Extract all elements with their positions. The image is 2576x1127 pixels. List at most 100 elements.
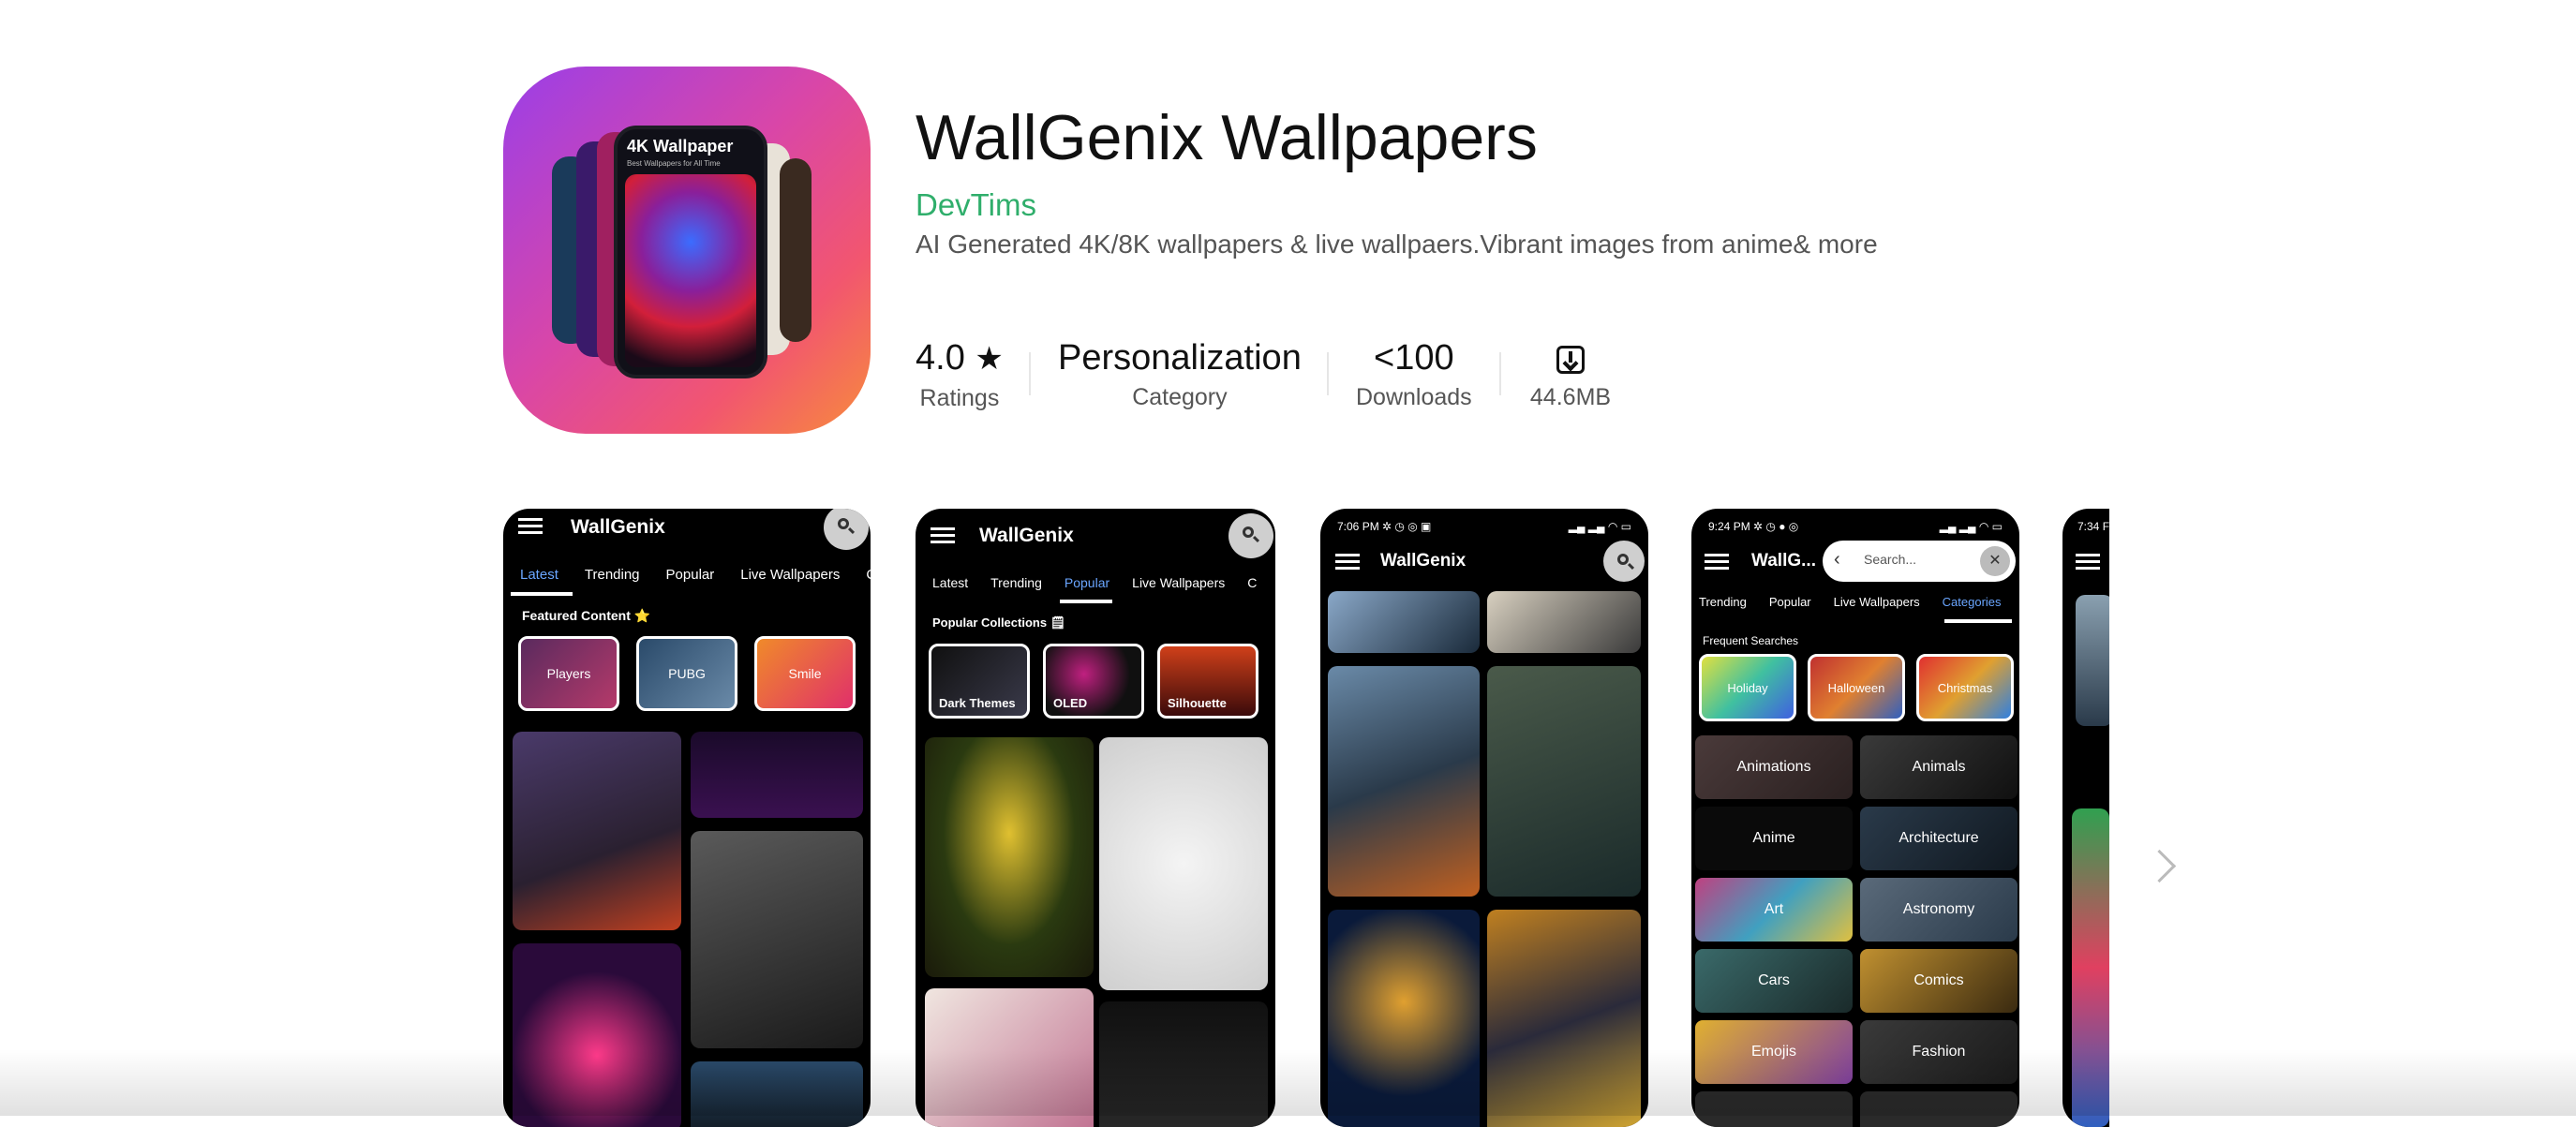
stat-divider	[1029, 352, 1031, 395]
status-bar-time: 7:06 PM ✲ ◷ ◎ ▣	[1337, 520, 1432, 533]
status-bar-icons: ▂▄ ▂▄ ◠ ▭	[1939, 520, 2003, 533]
app-icon: 4K Wallpaper Best Wallpapers for All Tim…	[503, 67, 871, 434]
wallpaper-tile	[1487, 666, 1641, 897]
category-art: Art	[1695, 878, 1853, 942]
download-icon	[1556, 345, 1585, 374]
section-title: Frequent Searches	[1703, 634, 1799, 647]
category-tile	[1695, 1091, 1853, 1127]
category-tile	[1860, 1091, 2018, 1127]
wallpaper-tile	[925, 988, 1094, 1127]
icon-card-back	[780, 158, 812, 342]
wallpaper-tile	[2072, 808, 2109, 1127]
tab-latest: Latest	[520, 567, 558, 583]
status-bar-time: 9:24 PM ✲ ◷ ● ◎	[1708, 520, 1799, 533]
bottom-shadow	[0, 1049, 2576, 1116]
wallpaper-tile	[1099, 737, 1268, 990]
app-name: WallG...	[1751, 551, 1816, 571]
wallpaper-tile	[1328, 666, 1480, 897]
chip-dark-themes: Dark Themes	[929, 644, 1030, 719]
section-title: Popular Collections 🗒	[932, 615, 1066, 630]
wallpaper-tile	[691, 732, 863, 818]
wallpaper-tile	[1487, 591, 1641, 653]
stat-divider	[1327, 352, 1329, 395]
search-field[interactable]: ‹ Search... ✕	[1823, 541, 2016, 582]
stat-rating: 4.0 ★ Ratings	[916, 337, 1004, 412]
wallpaper-tile	[1487, 910, 1641, 1127]
tab-underline	[1944, 619, 2012, 623]
menu-icon	[931, 527, 955, 544]
tab-bar: Latest Trending Popular Live Wallpapers …	[520, 567, 871, 583]
chip-christmas: Christmas	[1916, 654, 2014, 721]
tab-underline	[511, 592, 573, 596]
screenshot-4[interactable]: 9:24 PM ✲ ◷ ● ◎ ▂▄ ▂▄ ◠ ▭ WallG... ‹ Sea…	[1691, 509, 2019, 1127]
chip-smile: Smile	[754, 636, 856, 711]
category-anime: Anime	[1695, 807, 1853, 870]
menu-icon	[1705, 554, 1729, 571]
category-cars: Cars	[1695, 949, 1853, 1013]
tab-live-wallpapers: Live Wallpapers	[1132, 575, 1226, 590]
wallpaper-tile	[925, 737, 1094, 977]
icon-subtitle: Best Wallpapers for All Time	[627, 159, 721, 168]
screenshot-2[interactable]: WallGenix Latest Trending Popular Live W…	[916, 509, 1275, 1127]
search-icon	[1603, 541, 1645, 582]
category-fashion: Fashion	[1860, 1020, 2018, 1084]
app-name: WallGenix	[571, 516, 665, 538]
next-screenshot-icon[interactable]	[2142, 849, 2177, 883]
wallpaper-tile	[1328, 910, 1480, 1127]
icon-artwork	[625, 174, 756, 367]
category-emojis: Emojis	[1695, 1020, 1853, 1084]
screenshot-3[interactable]: 7:06 PM ✲ ◷ ◎ ▣ ▂▄ ▂▄ ◠ ▭ WallGenix	[1320, 509, 1648, 1127]
tab-latest: Latest	[932, 575, 969, 590]
icon-phone-card: 4K Wallpaper Best Wallpapers for All Tim…	[614, 126, 767, 378]
search-placeholder: Search...	[1864, 552, 1917, 567]
wallpaper-tile	[2076, 595, 2109, 726]
screenshot-5[interactable]: 7:34 F	[2062, 509, 2109, 1127]
app-name: WallGenix	[1380, 551, 1467, 571]
chip-holiday: Holiday	[1699, 654, 1796, 721]
tab-live-wallpapers: Live Wallpapers	[1833, 595, 1920, 609]
category-value: Personalization	[1058, 338, 1302, 378]
category-label: Category	[1132, 384, 1228, 410]
size-value: 44.6MB	[1529, 384, 1612, 410]
developer-link[interactable]: DevTims	[916, 187, 1036, 223]
tab-bar: Trending Popular Live Wallpapers Categor…	[1699, 595, 2019, 609]
category-animations: Animations	[1695, 735, 1853, 799]
icon-title: 4K Wallpaper	[627, 137, 734, 156]
tab-underline	[1060, 600, 1112, 603]
category-animals: Animals	[1860, 735, 2018, 799]
tab-categories: C	[866, 567, 871, 583]
category-architecture: Architecture	[1860, 807, 2018, 870]
search-icon	[824, 509, 869, 550]
stat-downloads: <100 Downloads	[1356, 337, 1472, 411]
app-name: WallGenix	[979, 525, 1074, 546]
wallpaper-tile	[1099, 1001, 1268, 1127]
category-comics: Comics	[1860, 949, 2018, 1013]
menu-icon	[518, 518, 543, 535]
wallpaper-tile	[513, 943, 681, 1127]
category-astronomy: Astronomy	[1860, 878, 2018, 942]
screenshot-1[interactable]: WallGenix Latest Trending Popular Live W…	[503, 509, 871, 1127]
back-arrow-icon: ‹	[1834, 549, 1840, 570]
tab-popular: Popular	[665, 567, 715, 583]
menu-icon	[2076, 554, 2100, 571]
downloads-label: Downloads	[1356, 384, 1472, 410]
wallpaper-tile	[691, 831, 863, 1048]
downloads-value: <100	[1374, 338, 1454, 378]
stat-size: 44.6MB	[1529, 337, 1612, 411]
tab-bar: Latest Trending Popular Live Wallpapers …	[932, 575, 1275, 590]
tab-popular: Popular	[1064, 575, 1110, 590]
wallpaper-tile	[513, 732, 681, 930]
chip-silhouette: Silhouette	[1157, 644, 1258, 719]
search-icon	[1228, 513, 1273, 558]
wallpaper-tile	[691, 1061, 863, 1127]
chip-oled: OLED	[1043, 644, 1144, 719]
tab-popular: Popular	[1768, 595, 1811, 609]
rating-label: Ratings	[919, 385, 1000, 411]
wallpaper-tile	[1328, 591, 1480, 653]
section-title: Featured Content ⭐	[522, 608, 651, 623]
menu-icon	[1335, 554, 1360, 571]
star-icon: ★	[975, 341, 1004, 377]
stat-category: Personalization Category	[1058, 337, 1302, 411]
tab-categories: Categories	[1942, 595, 2002, 609]
clear-icon: ✕	[1980, 546, 2010, 576]
